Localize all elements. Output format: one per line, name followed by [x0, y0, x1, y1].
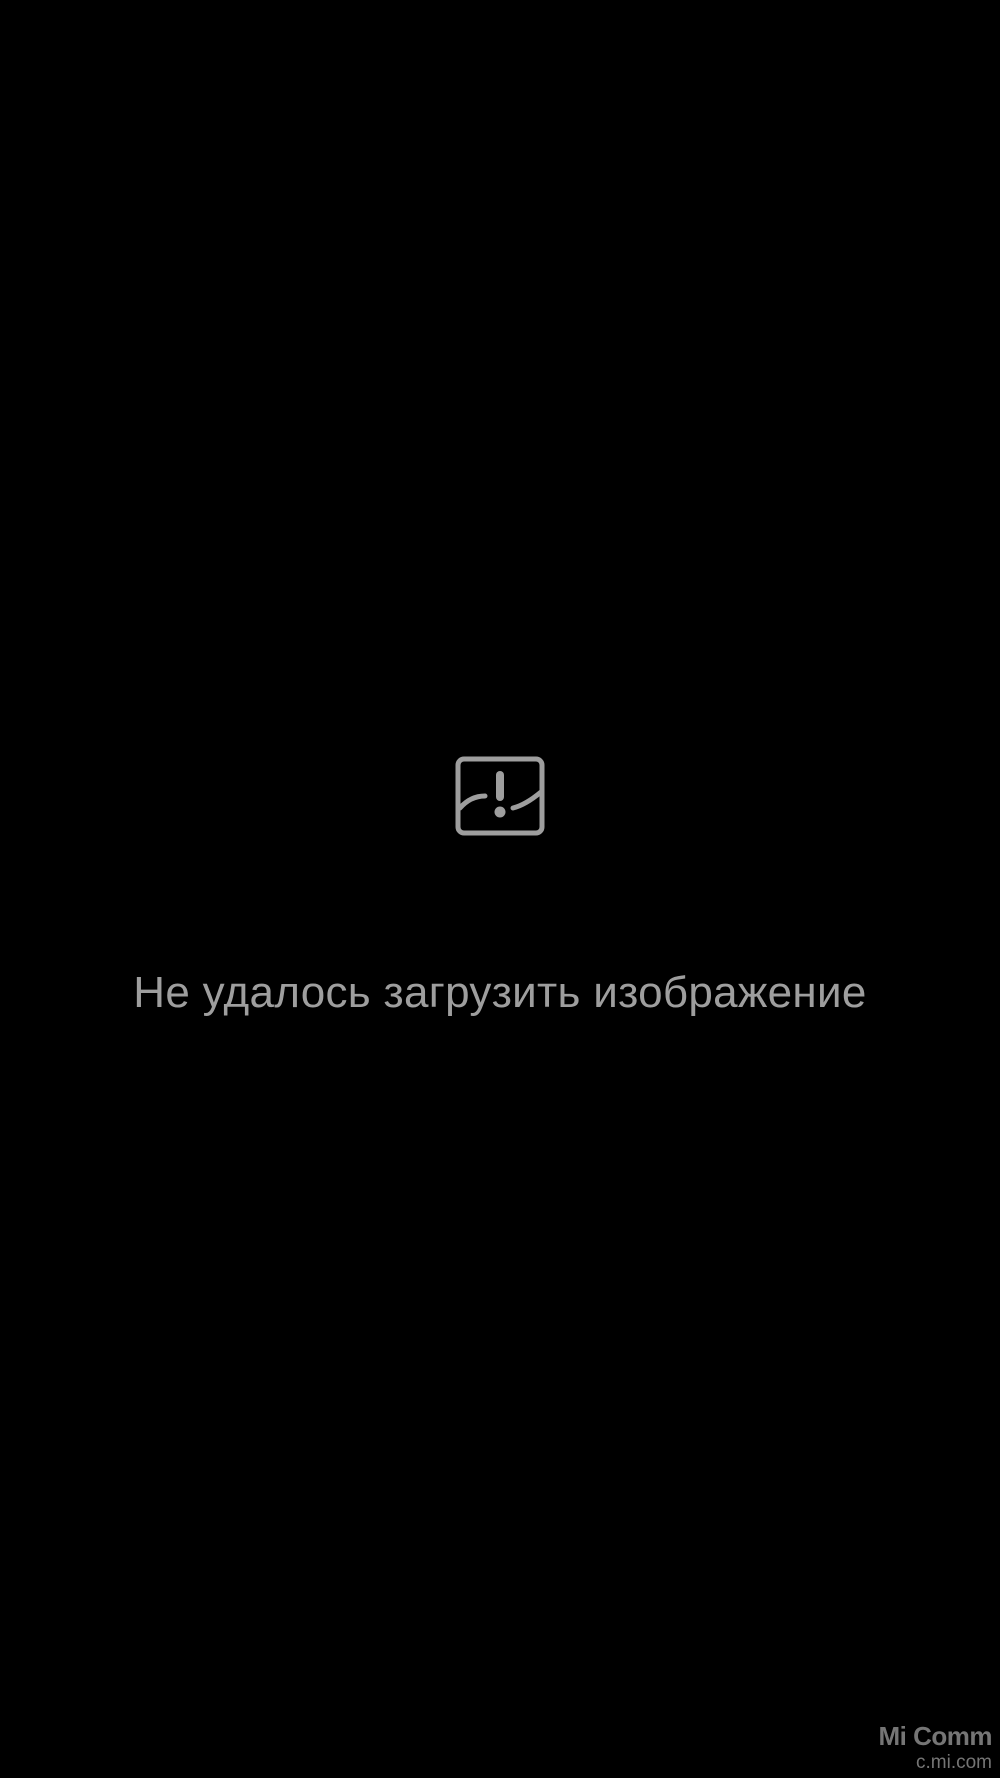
watermark-site: c.mi.com [916, 1752, 992, 1773]
load-error-state: Не удалось загрузить изображение [0, 0, 1000, 1778]
watermark: Mi Comm c.mi.com [872, 1721, 993, 1773]
image-viewer-screen: Не удалось загрузить изображение Mi Comm… [0, 0, 1000, 1778]
load-error-message: Не удалось загрузить изображение [133, 968, 867, 1017]
watermark-brand: Mi Comm [878, 1721, 993, 1751]
broken-image-icon [455, 756, 545, 836]
